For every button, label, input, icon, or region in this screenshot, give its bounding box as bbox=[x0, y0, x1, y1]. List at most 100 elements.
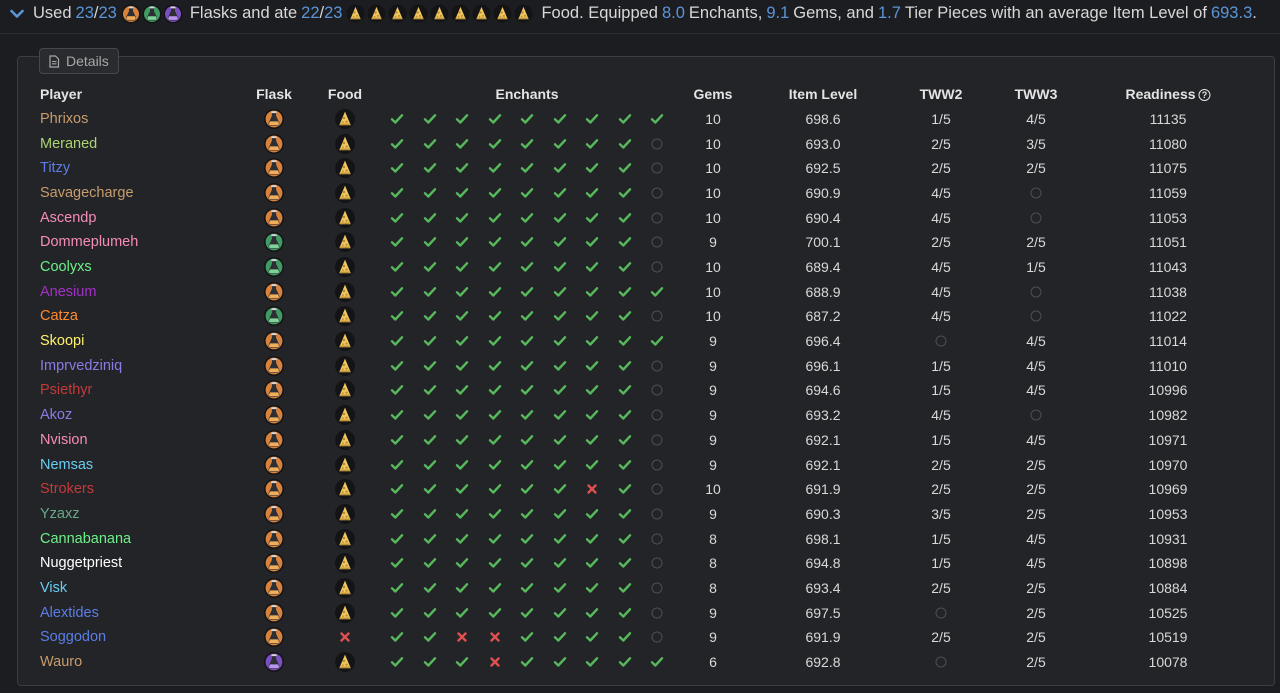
check-icon bbox=[618, 336, 631, 347]
food-icon bbox=[335, 528, 356, 549]
details-tab[interactable]: Details bbox=[39, 48, 119, 74]
readiness-score: 11135 bbox=[1149, 111, 1187, 127]
header-tww2[interactable]: TWW2 bbox=[920, 86, 963, 102]
player-name[interactable]: Nemsas bbox=[40, 457, 93, 473]
player-name[interactable]: Psiethyr bbox=[40, 382, 92, 398]
player-name[interactable]: Visk bbox=[40, 580, 67, 596]
player-name[interactable]: Yzaxz bbox=[40, 506, 80, 522]
empty-circle-icon bbox=[651, 187, 663, 199]
food-icon bbox=[493, 4, 512, 23]
details-panel bbox=[17, 56, 1275, 686]
player-name[interactable]: Cannabanana bbox=[40, 531, 131, 547]
player-name[interactable]: Phrixos bbox=[40, 111, 88, 127]
gems-count: 10 bbox=[705, 135, 721, 152]
readiness-score: 10519 bbox=[1148, 629, 1188, 646]
tww3-pieces: 2/5 bbox=[1026, 629, 1046, 646]
player-name[interactable]: Wauro bbox=[40, 654, 82, 670]
player-name[interactable]: Nvision bbox=[40, 432, 88, 448]
gems-count: 8 bbox=[709, 555, 717, 572]
tww2-pieces: 3/5 bbox=[931, 505, 951, 522]
readiness-score: 11051 bbox=[1149, 234, 1187, 251]
player-name[interactable]: Anesium bbox=[40, 284, 96, 300]
tww2-pieces: 4/5 bbox=[931, 259, 951, 276]
player-name[interactable]: Savagecharge bbox=[40, 185, 134, 201]
flask-orange-icon bbox=[264, 207, 285, 228]
check-icon bbox=[390, 607, 404, 618]
player-name[interactable]: Nuggetpriest bbox=[40, 555, 122, 571]
chevron-down-icon[interactable] bbox=[9, 6, 25, 22]
check-icon bbox=[553, 434, 566, 445]
check-icon bbox=[585, 385, 599, 396]
check-icon bbox=[423, 459, 436, 470]
check-icon bbox=[423, 360, 436, 371]
check-icon bbox=[488, 434, 501, 445]
header-food[interactable]: Food bbox=[328, 86, 362, 102]
header-flask[interactable]: Flask bbox=[256, 86, 292, 102]
check-icon bbox=[488, 311, 501, 322]
food-icon bbox=[335, 651, 356, 672]
header-enchants[interactable]: Enchants bbox=[495, 86, 558, 102]
readiness-score: 10971 bbox=[1148, 431, 1188, 448]
ilvl-avg: 693.3 bbox=[1210, 4, 1253, 22]
check-icon bbox=[455, 607, 469, 618]
check-icon bbox=[455, 114, 469, 125]
check-icon bbox=[390, 163, 404, 174]
readiness-score: 10969 bbox=[1148, 481, 1188, 498]
tww3-pieces: 4/5 bbox=[1026, 431, 1046, 448]
food-icon bbox=[367, 4, 386, 23]
player-name[interactable]: Coolyxs bbox=[40, 259, 92, 275]
flask-orange-icon bbox=[264, 331, 285, 352]
tww2-pieces: 1/5 bbox=[931, 555, 951, 572]
food-icon bbox=[335, 602, 356, 623]
player-name[interactable]: Dommeplumeh bbox=[40, 234, 138, 250]
player-name[interactable]: Alextides bbox=[40, 605, 99, 621]
help-icon[interactable]: ? bbox=[1198, 89, 1211, 101]
tww2-pieces: 1/5 bbox=[931, 382, 951, 399]
empty-circle-icon bbox=[651, 557, 663, 569]
player-name[interactable]: Strokers bbox=[40, 481, 94, 497]
header-gems[interactable]: Gems bbox=[694, 86, 733, 102]
tww3-pieces: 4/5 bbox=[1026, 530, 1046, 547]
player-name[interactable]: Meraned bbox=[40, 136, 97, 152]
check-icon bbox=[618, 484, 631, 495]
tww2-pieces: 2/5 bbox=[931, 135, 951, 152]
summary-gems-label: Gems, and bbox=[793, 4, 874, 22]
header-item-level[interactable]: Item Level bbox=[789, 86, 857, 102]
food-icon bbox=[335, 109, 356, 130]
check-icon bbox=[520, 212, 534, 223]
tww3-pieces: 2/5 bbox=[1026, 456, 1046, 473]
tww2-pieces: 2/5 bbox=[931, 160, 951, 177]
check-icon bbox=[488, 459, 501, 470]
player-name[interactable]: Imprvedziniq bbox=[40, 358, 122, 374]
check-icon bbox=[455, 385, 469, 396]
check-icon bbox=[520, 114, 534, 125]
check-icon bbox=[423, 286, 436, 297]
player-name[interactable]: Ascendp bbox=[40, 210, 96, 226]
header-tww3[interactable]: TWW3 bbox=[1015, 86, 1058, 102]
empty-circle-icon bbox=[651, 434, 663, 446]
gems-count: 10 bbox=[705, 481, 721, 498]
header-player[interactable]: Player bbox=[40, 86, 82, 102]
check-icon bbox=[390, 533, 404, 544]
empty-circle-icon bbox=[1030, 310, 1042, 322]
check-icon bbox=[618, 533, 631, 544]
food-icon bbox=[335, 380, 356, 401]
item-level: 688.9 bbox=[805, 283, 841, 300]
check-icon bbox=[618, 434, 631, 445]
check-icon bbox=[423, 508, 436, 519]
item-level: 698.1 bbox=[805, 530, 841, 547]
player-name[interactable]: Titzy bbox=[40, 160, 70, 176]
check-icon bbox=[455, 533, 469, 544]
food-used-count: 22 bbox=[301, 4, 320, 22]
food-icon bbox=[335, 232, 356, 253]
empty-circle-icon bbox=[935, 656, 947, 668]
check-icon bbox=[585, 533, 599, 544]
check-icon bbox=[390, 237, 404, 248]
player-name[interactable]: Skoopi bbox=[40, 333, 84, 349]
player-name[interactable]: Catza bbox=[40, 308, 78, 324]
tww2-pieces: 2/5 bbox=[931, 456, 951, 473]
player-name[interactable]: Akoz bbox=[40, 407, 72, 423]
player-name[interactable]: Soggodon bbox=[40, 629, 106, 645]
header-readiness[interactable]: Readiness? bbox=[1125, 86, 1211, 102]
check-icon bbox=[520, 607, 534, 618]
